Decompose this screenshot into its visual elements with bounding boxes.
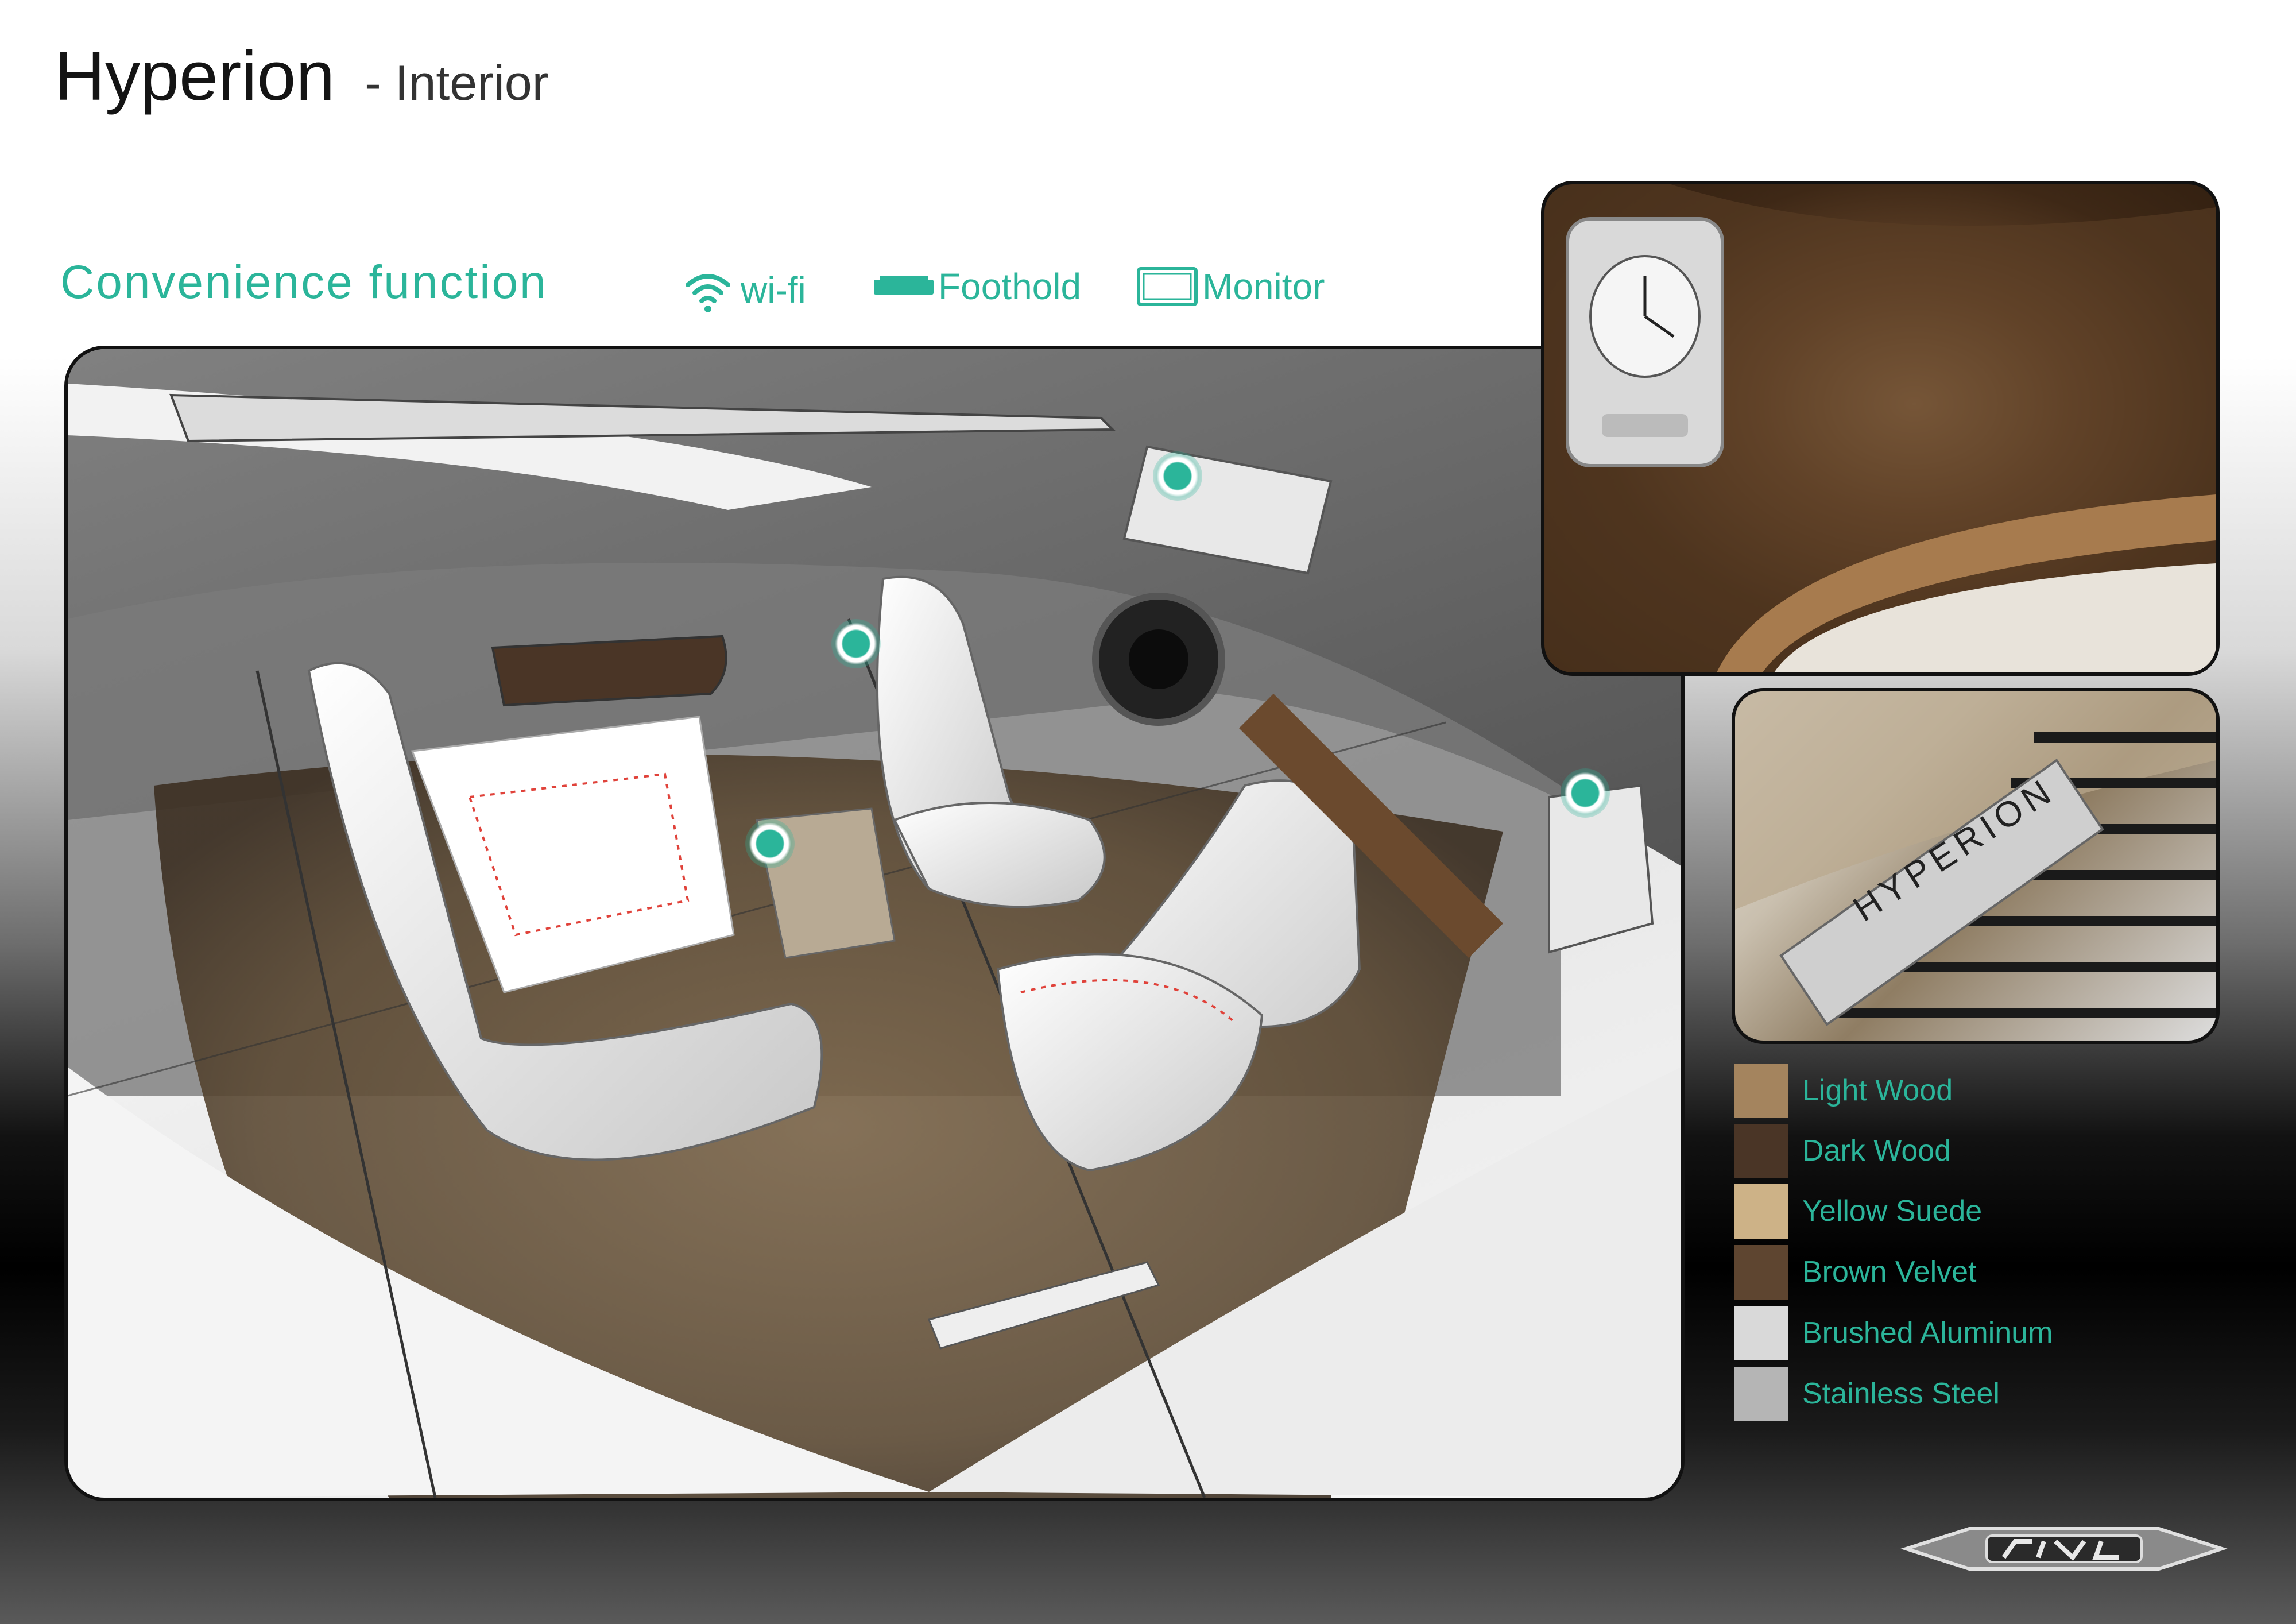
sill-plate-photo: HYPERION (1732, 688, 2220, 1044)
hotspot-foothold[interactable] (745, 819, 795, 868)
swatch-brushed-aluminum (1734, 1305, 1788, 1360)
wifi-icon (686, 274, 730, 312)
title-main: Hyperion (55, 37, 335, 115)
material-yellow-suede: Yellow Suede (1734, 1183, 1982, 1239)
legend-wifi-label: wi-fi (741, 269, 806, 311)
legend-foothold-label: Foothold (938, 266, 1082, 307)
material-label: Light Wood (1802, 1074, 1953, 1107)
hotspot-monitor-front[interactable] (1153, 451, 1202, 501)
material-stainless-steel: Stainless Steel (1734, 1366, 2000, 1422)
legend-monitor-label: Monitor (1202, 266, 1325, 307)
swatch-brown-velvet (1734, 1244, 1788, 1300)
title-sub: - Interior (365, 56, 549, 111)
material-brushed-aluminum: Brushed Aluminum (1734, 1305, 2053, 1361)
hotspot-monitor-rear[interactable] (831, 619, 881, 668)
interior-sketch (64, 346, 1685, 1501)
hotspot-wifi[interactable] (1561, 768, 1610, 818)
material-label: Dark Wood (1802, 1134, 1952, 1167)
material-light-wood: Light Wood (1734, 1062, 1953, 1119)
page-title: Hyperion - Interior (55, 36, 548, 116)
material-label: Brushed Aluminum (1802, 1316, 2053, 1350)
legend-wifi: wi-fi (683, 265, 806, 315)
monitor-icon (1137, 267, 1198, 306)
sill-plate-illustration (1735, 691, 2216, 1026)
legend-foothold: Foothold (872, 265, 1081, 308)
material-label: Stainless Steel (1802, 1377, 2000, 1410)
interior-illustration (68, 349, 1681, 1498)
foothold-icon (874, 276, 934, 295)
swatch-stainless-steel (1734, 1366, 1788, 1421)
material-brown-velvet: Brown Velvet (1734, 1244, 1977, 1300)
material-dark-wood: Dark Wood (1734, 1123, 1951, 1179)
swatch-light-wood (1734, 1063, 1788, 1118)
clock-illustration (1544, 184, 2216, 672)
material-label: Brown Velvet (1802, 1255, 1977, 1289)
brand-emblem-logo (1900, 1527, 2228, 1571)
convenience-title: Convenience function (60, 256, 548, 308)
material-label: Yellow Suede (1802, 1194, 1983, 1228)
swatch-dark-wood (1734, 1123, 1788, 1178)
wood-clock-photo (1541, 181, 2220, 676)
legend-monitor: Monitor (1136, 265, 1325, 308)
swatch-yellow-suede (1734, 1184, 1788, 1239)
